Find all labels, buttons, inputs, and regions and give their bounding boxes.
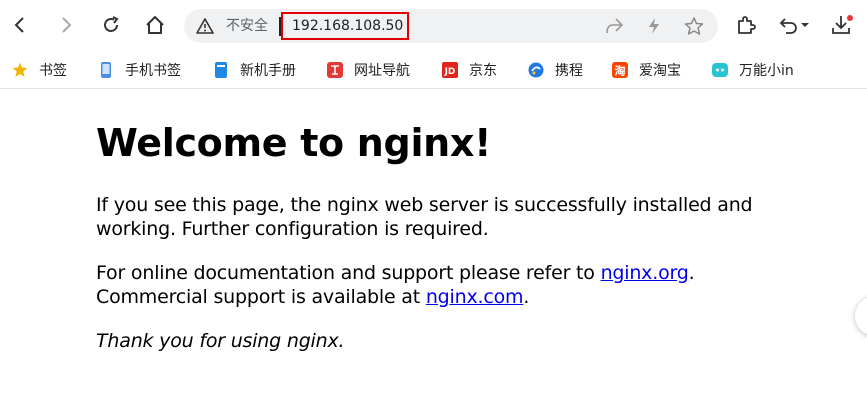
nginx-com-link[interactable]: nginx.com <box>426 286 524 308</box>
thank-you-text: Thank you for using nginx. <box>96 330 345 352</box>
support-line: Commercial support is available at nginx… <box>96 285 529 310</box>
bookmark-item[interactable]: 网址导航 <box>327 58 410 82</box>
reload-icon <box>104 16 119 32</box>
floating-side-button[interactable] <box>855 296 867 336</box>
share-icon[interactable] <box>604 17 624 35</box>
url-highlight-box <box>281 12 409 40</box>
back-button[interactable] <box>4 8 36 42</box>
warning-icon <box>196 18 214 34</box>
forward-button[interactable] <box>50 8 82 42</box>
bookmarks-bar: 书签 手机书签 新机手册 网址导航 JD 京东 携程 淘 爱淘宝 万能小in <box>0 52 867 88</box>
reload-button[interactable] <box>95 8 127 42</box>
bookmark-label: 书签 <box>39 63 67 79</box>
star-icon <box>12 62 28 77</box>
book-icon <box>215 62 227 78</box>
svg-text:淘: 淘 <box>615 64 626 78</box>
bookmark-item[interactable]: 万能小in <box>712 58 794 82</box>
docs-line: For online documentation and support ple… <box>96 261 695 286</box>
svg-text:JD: JD <box>444 67 456 77</box>
insecure-label: 不安全 <box>226 18 268 34</box>
extension-puzzle-icon <box>738 16 756 34</box>
taobao-icon: 淘 <box>612 62 628 78</box>
page-title: Welcome to nginx! <box>96 121 492 165</box>
intro-line-2: working. Further configuration is requir… <box>96 218 489 240</box>
bookmark-label: 京东 <box>469 63 497 79</box>
home-button[interactable] <box>139 8 171 42</box>
in-icon <box>712 63 728 77</box>
phone-icon <box>101 62 111 78</box>
bookmark-item[interactable]: 新机手册 <box>213 58 296 82</box>
bookmark-item[interactable]: 手机书签 <box>98 58 181 82</box>
back-arrow-icon <box>14 17 24 33</box>
intro-line-1: If you see this page, the nginx web serv… <box>96 194 753 216</box>
ctrip-icon <box>528 62 544 78</box>
bookmark-label: 网址导航 <box>354 63 410 79</box>
star-bookmark-icon[interactable] <box>684 17 704 35</box>
download-icon <box>832 15 853 34</box>
nginx-org-link[interactable]: nginx.org <box>601 262 689 284</box>
forward-arrow-icon <box>62 17 72 33</box>
undo-menu-button[interactable] <box>774 8 814 42</box>
download-button[interactable] <box>826 8 858 42</box>
bookmark-item[interactable]: 淘 爱淘宝 <box>612 58 681 82</box>
jd-icon: JD <box>442 62 458 78</box>
support-period: . <box>523 286 530 308</box>
undo-icon <box>779 18 809 34</box>
bookmark-label: 新机手册 <box>240 63 296 79</box>
lightning-icon[interactable] <box>646 17 662 35</box>
docs-period: . <box>688 262 695 284</box>
bookmark-item[interactable]: 书签 <box>12 58 67 82</box>
extensions-button[interactable] <box>730 8 762 42</box>
bookmark-label: 万能小in <box>739 63 794 79</box>
bookmark-label: 携程 <box>555 63 583 79</box>
bookmark-label: 手机书签 <box>125 63 181 79</box>
bookmark-item[interactable]: 携程 <box>528 58 583 82</box>
nav-icon <box>327 62 343 78</box>
support-text: Commercial support is available at <box>96 286 426 308</box>
browser-toolbar: 不安全 192.168.108.50 <box>0 0 867 52</box>
address-bar[interactable]: 不安全 192.168.108.50 <box>184 9 718 43</box>
bookmark-item[interactable]: JD 京东 <box>442 58 497 82</box>
toolbar-divider <box>0 88 867 89</box>
bookmark-label: 爱淘宝 <box>639 63 681 79</box>
home-icon <box>146 16 164 34</box>
docs-text: For online documentation and support ple… <box>96 262 601 284</box>
